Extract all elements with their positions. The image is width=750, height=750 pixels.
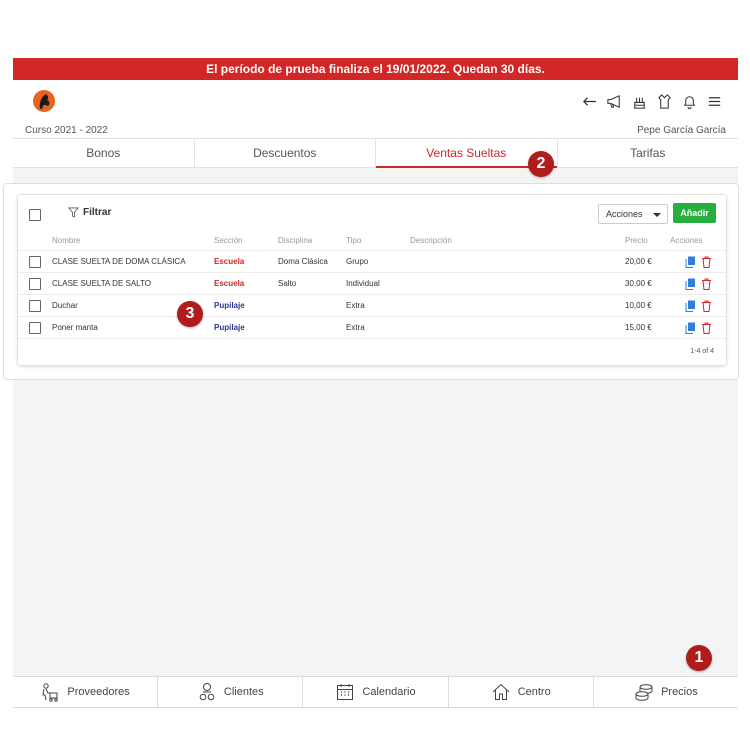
cell-seccion: Pupilaje <box>214 301 245 310</box>
row-checkbox[interactable] <box>29 300 41 312</box>
cell-precio: 10,00 € <box>625 301 652 310</box>
bottom-nav: Proveedores Clientes Calendario Centro P… <box>13 676 738 708</box>
nav-precios[interactable]: Precios <box>594 677 738 707</box>
tab-tarifas[interactable]: Tarifas <box>558 139 739 167</box>
cell-nombre: CLASE SUELTA DE SALTO <box>52 279 151 288</box>
menu-icon[interactable] <box>705 92 724 111</box>
cell-tipo: Grupo <box>346 257 369 266</box>
nav-label: Proveedores <box>67 686 130 698</box>
trash-icon[interactable] <box>701 278 712 290</box>
content-panel: Filtrar Acciones Añadir Nombre Sección D… <box>3 183 739 380</box>
trash-icon[interactable] <box>701 256 712 268</box>
table-row[interactable]: CLASE SUELTA DE DOMA CLÁSICA Escuela Dom… <box>18 250 728 272</box>
nav-clientes[interactable]: Clientes <box>158 677 304 707</box>
select-all-checkbox[interactable] <box>29 209 41 221</box>
column-header-seccion: Sección <box>214 236 243 245</box>
nav-proveedores[interactable]: Proveedores <box>13 677 159 707</box>
bell-icon[interactable] <box>680 92 699 111</box>
row-checkbox[interactable] <box>29 256 41 268</box>
filter-button[interactable]: Filtrar <box>68 207 111 218</box>
nav-centro[interactable]: Centro <box>449 677 594 707</box>
nav-label: Centro <box>517 686 551 698</box>
nav-label: Precios <box>661 686 698 698</box>
clients-icon <box>199 683 215 701</box>
tab-bonos[interactable]: Bonos <box>13 139 195 167</box>
nav-label: Calendario <box>362 686 416 698</box>
trial-banner: El período de prueba finaliza el 19/01/2… <box>13 58 738 80</box>
copy-icon[interactable] <box>685 256 696 268</box>
cell-seccion: Escuela <box>214 257 245 266</box>
actions-dropdown[interactable]: Acciones <box>598 204 668 224</box>
cell-disciplina: Salto <box>278 279 297 288</box>
actions-label: Acciones <box>606 209 643 219</box>
suppliers-icon <box>42 683 59 702</box>
step-marker-1: 1 <box>686 645 712 671</box>
column-header-descripcion: Descripción <box>410 236 452 245</box>
table-row[interactable]: Poner manta Pupilaje Extra 15,00 € <box>18 316 728 338</box>
cell-precio: 20,00 € <box>625 257 652 266</box>
logo[interactable] <box>31 88 57 114</box>
megaphone-icon[interactable] <box>605 92 624 111</box>
cell-disciplina: Doma Clásica <box>278 257 328 266</box>
column-header-tipo: Tipo <box>346 236 362 245</box>
user-name[interactable]: Pepe García García <box>637 125 726 136</box>
calendar-icon <box>337 684 354 700</box>
nav-label: Clientes <box>223 686 264 698</box>
cell-tipo: Extra <box>346 323 365 332</box>
nav-calendario[interactable]: Calendario <box>303 677 449 707</box>
home-icon <box>492 683 510 700</box>
column-header-precio: Precio <box>625 236 648 245</box>
add-button[interactable]: Añadir <box>673 203 716 223</box>
sales-table-card: Filtrar Acciones Añadir Nombre Sección D… <box>17 194 728 366</box>
filter-label: Filtrar <box>83 207 112 218</box>
header-icons <box>580 92 724 111</box>
trash-icon[interactable] <box>701 322 712 334</box>
copy-icon[interactable] <box>685 322 696 334</box>
cell-precio: 30,00 € <box>625 279 652 288</box>
step-marker-2: 2 <box>528 151 554 177</box>
tab-descuentos[interactable]: Descuentos <box>195 139 376 167</box>
copy-icon[interactable] <box>685 278 696 290</box>
table-row[interactable]: Duchar Pupilaje Extra 10,00 € <box>18 294 728 316</box>
step-marker-3: 3 <box>177 301 203 327</box>
cell-seccion: Pupilaje <box>214 323 245 332</box>
header: Curso 2021 - 2022 Pepe García García <box>13 80 738 138</box>
column-header-acciones: Acciones <box>670 236 703 245</box>
cell-nombre: Poner manta <box>52 323 98 332</box>
coins-icon <box>635 684 653 701</box>
chevron-down-icon <box>653 213 661 217</box>
cell-tipo: Extra <box>346 301 365 310</box>
cell-tipo: Individual <box>346 279 380 288</box>
filter-icon <box>68 207 79 218</box>
cake-icon[interactable] <box>630 92 649 111</box>
cell-precio: 15,00 € <box>625 323 652 332</box>
copy-icon[interactable] <box>685 300 696 312</box>
arrow-left-icon[interactable] <box>580 92 599 111</box>
cell-nombre: Duchar <box>52 301 78 310</box>
column-header-nombre: Nombre <box>52 236 81 245</box>
cell-nombre: CLASE SUELTA DE DOMA CLÁSICA <box>52 257 186 266</box>
app-window: El período de prueba finaliza el 19/01/2… <box>3 58 739 708</box>
course-label: Curso 2021 - 2022 <box>25 125 108 136</box>
row-checkbox[interactable] <box>29 322 41 334</box>
pagination-info: 1-4 of 4 <box>690 348 714 355</box>
row-checkbox[interactable] <box>29 278 41 290</box>
tab-bar: Bonos Descuentos Ventas Sueltas Tarifas <box>13 138 738 168</box>
shirt-icon[interactable] <box>655 92 674 111</box>
column-header-disciplina: Disciplina <box>278 236 313 245</box>
trash-icon[interactable] <box>701 300 712 312</box>
cell-seccion: Escuela <box>214 279 245 288</box>
table-divider <box>18 338 728 339</box>
table-row[interactable]: CLASE SUELTA DE SALTO Escuela Salto Indi… <box>18 272 728 294</box>
